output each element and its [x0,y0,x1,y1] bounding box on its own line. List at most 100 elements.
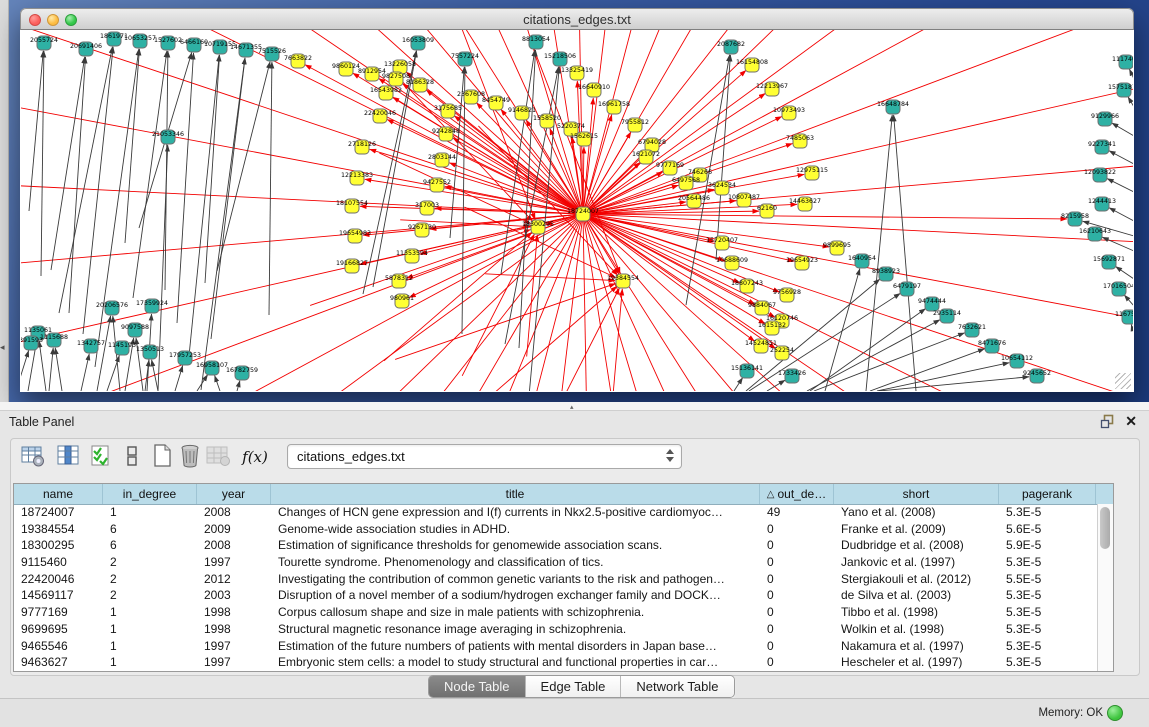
table-cell[interactable]: Nakamura et al. (1997) [834,638,999,655]
table-cell[interactable]: 19384554 [14,521,103,538]
table-cell[interactable]: Investigating the contribution of common… [271,571,760,588]
table-cell[interactable]: 2008 [197,504,271,521]
table-cell[interactable]: 1997 [197,654,271,671]
column-header-out_de[interactable]: △out_de… [760,484,834,504]
table-row[interactable]: 946362711997Embryonic stem cells: a mode… [14,654,1098,671]
table-cell[interactable]: 5.3E-5 [999,654,1096,671]
table-cell[interactable]: 0 [760,587,834,604]
table-cell[interactable]: 5.9E-5 [999,537,1096,554]
table-cell[interactable]: Estimation of the future numbers of pati… [271,638,760,655]
table-row[interactable]: 1938455462009Genome-wide association stu… [14,521,1098,538]
network-select[interactable]: citations_edges.txt [287,444,682,469]
panel-splitter[interactable]: ▴ [0,402,1149,411]
table-cell[interactable]: 0 [760,571,834,588]
table-cell[interactable]: 0 [760,621,834,638]
network-window-titlebar[interactable]: citations_edges.txt [20,8,1134,30]
tab-network-table[interactable]: Network Table [621,676,733,697]
splitter-handle-icon[interactable]: ▴ [570,403,574,411]
table-cell[interactable]: 5.3E-5 [999,554,1096,571]
table-cell[interactable]: 1 [103,604,197,621]
table-cell[interactable]: Tibbo et al. (1998) [834,604,999,621]
table-cell[interactable]: 14569117 [14,587,103,604]
table-cell[interactable]: 0 [760,521,834,538]
column-header-year[interactable]: year [197,484,271,504]
table-cell[interactable]: 1 [103,504,197,521]
table-cell[interactable]: Disruption of a novel member of a sodium… [271,587,760,604]
table-cell[interactable]: Embryonic stem cells: a model to study s… [271,654,760,671]
table-cell[interactable]: 1997 [197,554,271,571]
table-cell[interactable]: 2012 [197,571,271,588]
column-header-pagerank[interactable]: pagerank [999,484,1096,504]
table-cell[interactable]: 1 [103,654,197,671]
table-cell[interactable]: 6 [103,537,197,554]
tab-edge-table[interactable]: Edge Table [526,676,622,697]
table-cell[interactable]: 5.6E-5 [999,521,1096,538]
table-cell[interactable]: 5.3E-5 [999,604,1096,621]
table-cell[interactable]: 5.3E-5 [999,587,1096,604]
column-header-title[interactable]: title [271,484,760,504]
table-cell[interactable]: Hescheler et al. (1997) [834,654,999,671]
column-header-name[interactable]: name [14,484,103,504]
table-cell[interactable]: 0 [760,654,834,671]
table-cell[interactable]: 5.5E-5 [999,571,1096,588]
table-cell[interactable]: Jankovic et al. (1997) [834,554,999,571]
tab-node-table[interactable]: Node Table [429,676,526,697]
network-canvas[interactable]: 2055724206914061861971106532571527602646… [21,30,1133,391]
table-cell[interactable]: 49 [760,504,834,521]
table-cell[interactable]: Genome-wide association studies in ADHD. [271,521,760,538]
delete-trash-button[interactable] [176,442,204,472]
resize-grip-icon[interactable] [1115,373,1131,389]
table-row[interactable]: 969969511998Structural magnetic resonanc… [14,621,1098,638]
table-cell[interactable]: Corpus callosum shape and size in male p… [271,604,760,621]
close-button[interactable] [29,14,41,26]
rows-button[interactable] [118,442,146,472]
table-cell[interactable]: Dudbridge et al. (2008) [834,537,999,554]
table-row[interactable]: 977716911998Corpus callosum shape and si… [14,604,1098,621]
table-cell[interactable]: 5.3E-5 [999,621,1096,638]
table-cell[interactable]: 0 [760,554,834,571]
table-cell[interactable]: 5.3E-5 [999,638,1096,655]
table-cell[interactable]: 2008 [197,537,271,554]
table-cell[interactable]: 1 [103,621,197,638]
new-document-button[interactable] [148,442,176,472]
table-cell[interactable]: 22420046 [14,571,103,588]
collapse-arrow-icon[interactable]: ◂ [0,342,5,353]
table-cell[interactable]: 2 [103,571,197,588]
table-row[interactable]: 911546021997Tourette syndrome. Phenomeno… [14,554,1098,571]
table-cell[interactable]: 5.3E-5 [999,504,1096,521]
table-cell[interactable]: 1 [103,638,197,655]
scrollbar-thumb[interactable] [1100,507,1110,549]
table-row[interactable]: 1830029562008Estimation of significance … [14,537,1098,554]
table-cell[interactable]: 9463627 [14,654,103,671]
table-row[interactable]: 1456911722003Disruption of a novel membe… [14,587,1098,604]
table-cell[interactable]: 6 [103,521,197,538]
memory-ok-indicator[interactable] [1107,705,1123,721]
close-panel-icon[interactable]: ✕ [1125,413,1137,430]
table-cell[interactable]: 18724007 [14,504,103,521]
zoom-button[interactable] [65,14,77,26]
table-row[interactable]: 2242004622012Investigating the contribut… [14,571,1098,588]
column-header-short[interactable]: short [834,484,999,504]
table-cell[interactable]: Structural magnetic resonance image aver… [271,621,760,638]
table-cell[interactable]: Stergiakouli et al. (2012) [834,571,999,588]
table-cell[interactable]: 9777169 [14,604,103,621]
table-cell[interactable]: Tourette syndrome. Phenomenology and cla… [271,554,760,571]
table-cell[interactable]: Franke et al. (2009) [834,521,999,538]
table-cell[interactable]: Wolkin et al. (1998) [834,621,999,638]
table-row[interactable]: 946554611997Estimation of the future num… [14,638,1098,655]
table-cell[interactable]: 0 [760,638,834,655]
float-panel-icon[interactable] [1100,414,1115,429]
table-cell[interactable]: Changes of HCN gene expression and I(f) … [271,504,760,521]
table-cell[interactable]: 1998 [197,604,271,621]
table-cell[interactable]: 9465546 [14,638,103,655]
table-vertical-scrollbar[interactable] [1097,504,1113,671]
column-header-in_degree[interactable]: in_degree [103,484,197,504]
table-cell[interactable]: Yano et al. (2008) [834,504,999,521]
table-cell[interactable]: 9115460 [14,554,103,571]
table-cell[interactable]: Estimation of significance thresholds fo… [271,537,760,554]
table-settings-button[interactable] [19,442,47,472]
function-fx-button[interactable]: f(x) [238,442,272,472]
table-row[interactable]: 1872400712008Changes of HCN gene express… [14,504,1098,521]
table-cell[interactable]: 0 [760,604,834,621]
table-column-button[interactable] [54,442,82,472]
